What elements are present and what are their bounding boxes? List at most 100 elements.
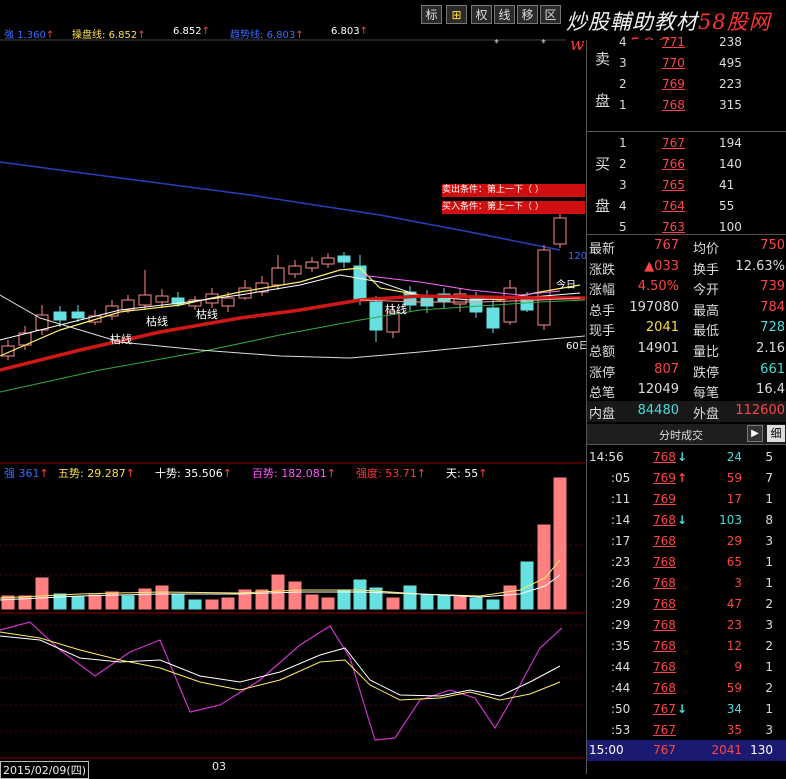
trade-row: :29 768 23 3 bbox=[587, 615, 786, 636]
trade-volume: 24 bbox=[726, 450, 742, 464]
quote-row: 涨停 807 跌停 661 bbox=[587, 360, 786, 381]
sell-level-row[interactable]: 3 770 495 bbox=[587, 53, 786, 73]
sell-level-row[interactable]: 1 768 315 bbox=[587, 95, 786, 115]
legend-item: 十势: 35.506↑ bbox=[155, 465, 232, 481]
toolbar-button-yi[interactable]: 移 bbox=[517, 5, 538, 24]
quote-value: 12049 bbox=[637, 382, 679, 398]
trade-count: 1 bbox=[765, 555, 773, 569]
volume-bar bbox=[520, 561, 534, 610]
trades-header-title: 分时成交 bbox=[659, 429, 703, 442]
toolbar-button-xian[interactable]: 线 bbox=[494, 5, 515, 24]
trade-price: 768 bbox=[653, 555, 676, 569]
legend-item: 百势: 182.081↑ bbox=[252, 465, 336, 481]
trade-row: :11 769 17 1 bbox=[587, 489, 786, 510]
trade-volume: 103 bbox=[719, 513, 742, 527]
trade-time: :44 bbox=[611, 681, 631, 695]
trade-volume: 59 bbox=[726, 471, 742, 485]
quote-label: 最高 bbox=[693, 303, 720, 319]
label-kuxian-2: 枯线 bbox=[146, 315, 168, 328]
buy-level-row[interactable]: 3 765 41 bbox=[587, 175, 786, 195]
arrow-up-icon: ↑ bbox=[478, 467, 488, 480]
candle-body bbox=[486, 307, 500, 329]
legend-item: 操盘线: 6.852↑ bbox=[72, 26, 146, 41]
buy-level-row[interactable]: 1 767 194 bbox=[587, 133, 786, 153]
buy-level-number: 5 bbox=[619, 220, 627, 234]
volume-bar bbox=[121, 595, 135, 610]
quote-label: 最新 bbox=[589, 242, 616, 257]
oscillator-purple-line bbox=[0, 621, 563, 741]
arrow-up-icon: ↑ bbox=[125, 467, 135, 480]
volume-bar bbox=[353, 579, 367, 610]
quote-label: 每笔 bbox=[693, 386, 720, 402]
volume-bar bbox=[337, 589, 351, 610]
quote-row: 现手 2041 最低 728 bbox=[587, 318, 786, 339]
legend-label: 操盘线: bbox=[72, 30, 106, 41]
volume-bar bbox=[437, 595, 451, 610]
toolbar-button-qu[interactable]: 区 bbox=[540, 5, 561, 24]
quote-value: 750 bbox=[760, 238, 785, 253]
trades-play-icon[interactable]: ▶ bbox=[747, 425, 763, 442]
buy-level-number: 2 bbox=[619, 157, 627, 171]
trade-price: 767 bbox=[653, 743, 676, 757]
sell-level-price: 771 bbox=[662, 35, 685, 49]
volume-bar bbox=[105, 591, 119, 610]
label-right-jinri: 今日 bbox=[556, 280, 576, 291]
trade-price: 769 bbox=[653, 492, 676, 506]
arrow-up-icon: ↑ bbox=[359, 26, 369, 37]
volume-bar bbox=[420, 594, 434, 610]
buy-level-number: 1 bbox=[619, 136, 627, 150]
trade-time: :23 bbox=[611, 555, 631, 569]
quote-value: 16.4 bbox=[756, 382, 785, 398]
quote-label: 量比 bbox=[693, 345, 720, 360]
quote-label: 外盘 bbox=[693, 406, 720, 422]
quote-value: ▲033 bbox=[644, 258, 679, 274]
buy-level-row[interactable]: 2 766 140 bbox=[587, 154, 786, 174]
buy-condition-tag: 买入条件：第上一下（ ） bbox=[442, 201, 585, 214]
quote-value: 2.16 bbox=[756, 341, 785, 356]
sell-level-volume: 238 bbox=[719, 35, 742, 49]
quote-label: 内盘 bbox=[589, 406, 616, 422]
volume-bar bbox=[537, 524, 551, 610]
quote-row: 总额 14901 量比 2.16 bbox=[587, 339, 786, 360]
trade-volume: 35 bbox=[726, 723, 742, 737]
trades-header[interactable]: 分时成交 ▶ 细 bbox=[587, 424, 786, 445]
buy-level-volume: 100 bbox=[719, 220, 742, 234]
legend-label: 趋势线: bbox=[230, 30, 264, 41]
trade-row: :50 767 ↓ 34 1 bbox=[587, 699, 786, 720]
trade-row: :44 768 9 1 bbox=[587, 657, 786, 678]
toolbar-button-quan[interactable]: 权 bbox=[471, 5, 492, 24]
sell-level-row[interactable]: 2 769 223 bbox=[587, 74, 786, 94]
buy-level-row[interactable]: 4 764 55 bbox=[587, 196, 786, 216]
quote-value: 767 bbox=[654, 238, 679, 253]
toolbar-button-biao[interactable]: 标 bbox=[421, 5, 442, 24]
arrow-up-icon: ↑ bbox=[45, 30, 55, 41]
quote-label: 跌停 bbox=[693, 365, 720, 381]
candle-body bbox=[271, 267, 285, 286]
sell-level-volume: 495 bbox=[719, 56, 742, 70]
legend-item: 强度: 53.71↑ bbox=[356, 465, 426, 481]
trade-count: 5 bbox=[765, 450, 773, 464]
candle-body bbox=[520, 299, 534, 311]
candle-body bbox=[553, 217, 567, 245]
toolbar-button-add-icon[interactable]: ⊞ bbox=[446, 5, 467, 24]
trades-tab-detail[interactable]: 细 bbox=[767, 425, 785, 442]
sell-level-row[interactable]: 4 771 238 bbox=[587, 32, 786, 52]
candle-body bbox=[155, 295, 169, 303]
trade-time: :29 bbox=[611, 597, 631, 611]
quote-value: 784 bbox=[760, 299, 785, 315]
sell-level-price: 770 bbox=[662, 56, 685, 70]
sell-level-number: 1 bbox=[619, 98, 627, 112]
arrow-up-icon: ↑ bbox=[416, 467, 426, 480]
legend-label: 天: bbox=[446, 467, 461, 480]
trade-time: :05 bbox=[611, 471, 631, 485]
candle-body bbox=[337, 255, 351, 263]
arrow-up-icon: ↑ bbox=[295, 30, 304, 41]
candle-body bbox=[138, 294, 152, 306]
buy-level-price: 767 bbox=[662, 136, 685, 150]
arrow-up-icon: ↑ bbox=[137, 30, 146, 41]
trade-row: :53 767 35 3 bbox=[587, 720, 786, 741]
buy-level-row[interactable]: 5 763 100 bbox=[587, 217, 786, 237]
arrow-down-icon: ↓ bbox=[677, 513, 688, 527]
buy-level-price: 763 bbox=[662, 220, 685, 234]
trade-time: :17 bbox=[611, 534, 631, 548]
